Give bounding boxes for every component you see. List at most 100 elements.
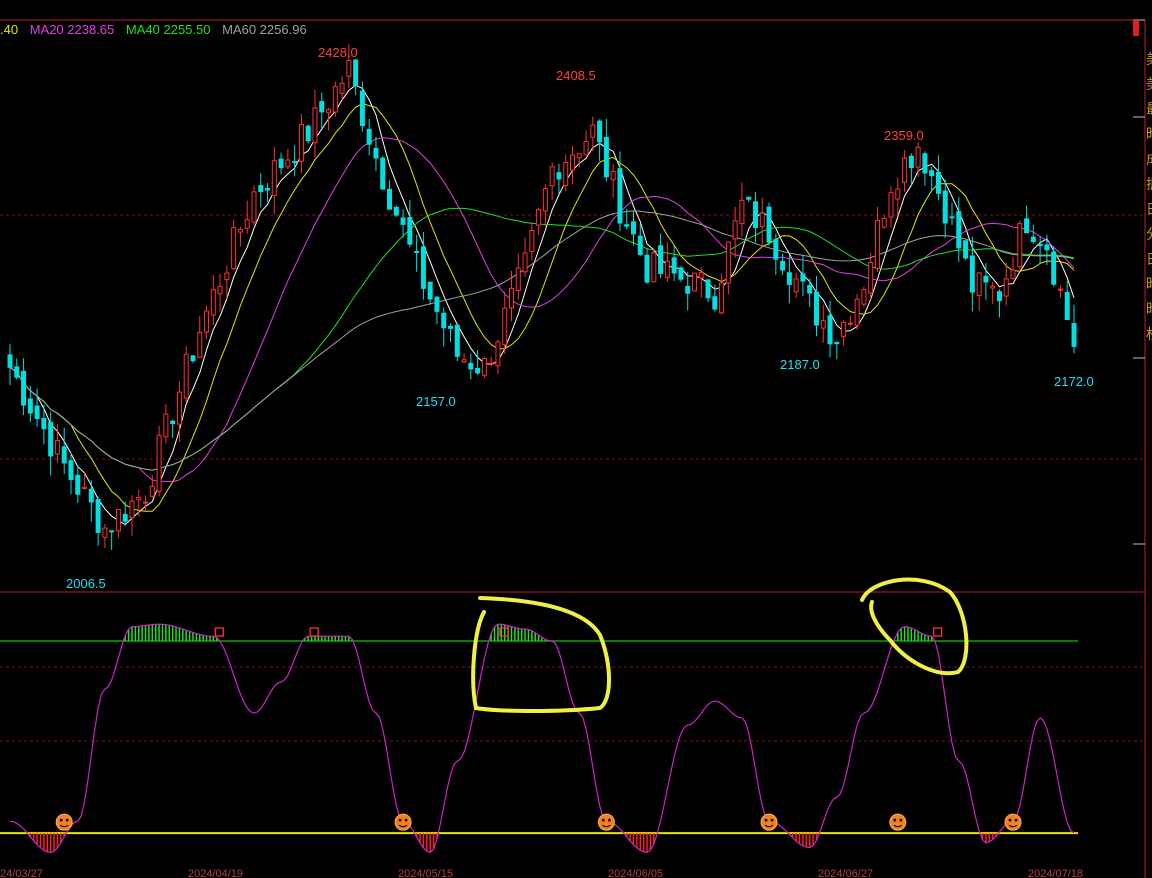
candle-down xyxy=(48,422,54,457)
candle-down xyxy=(258,185,264,193)
candle-down xyxy=(963,240,969,259)
candle-down xyxy=(292,161,298,164)
annotation-loop-left xyxy=(471,596,611,713)
candle-down xyxy=(75,474,81,495)
candle-up xyxy=(841,321,847,337)
face-eye xyxy=(398,818,402,822)
candle-up xyxy=(224,272,230,281)
low-label: 2157.0 xyxy=(416,394,456,409)
candle-up xyxy=(536,209,542,226)
candle-up xyxy=(868,262,874,294)
side-panel-char: 权 xyxy=(1146,326,1152,342)
candle-down xyxy=(746,196,752,200)
square-marker xyxy=(214,627,224,637)
candle-down xyxy=(122,513,128,522)
candle-up xyxy=(312,107,318,143)
candle-down xyxy=(319,101,325,113)
candle-down xyxy=(1024,218,1030,234)
candle-up xyxy=(590,124,596,138)
ma40-line xyxy=(9,207,1075,471)
candle-up xyxy=(691,272,697,292)
candle-down xyxy=(780,260,786,271)
candle-up xyxy=(339,82,345,94)
candle-up xyxy=(488,362,494,365)
candle-down xyxy=(929,170,935,177)
candle-down xyxy=(807,284,813,294)
ma-legend-first: .40 xyxy=(0,22,19,37)
candle-up xyxy=(793,278,799,293)
candle-up xyxy=(251,191,257,223)
square-marker xyxy=(309,627,319,637)
face-eye xyxy=(893,818,897,822)
candle-up xyxy=(176,391,182,425)
candle-down xyxy=(766,206,772,243)
candle-down xyxy=(400,217,406,225)
candle-down xyxy=(41,418,47,430)
ma40-legend: MA40 2255.50 xyxy=(125,22,211,37)
candle-up xyxy=(502,307,508,346)
side-panel-char: 最 xyxy=(1146,101,1152,117)
x-tick-label: 2024/06/27 xyxy=(818,868,873,878)
candle-up xyxy=(102,527,108,538)
candle-up xyxy=(143,501,149,504)
candle-up xyxy=(698,272,704,279)
candle-down xyxy=(387,188,393,210)
candle-down xyxy=(34,405,40,419)
candle-up xyxy=(1003,278,1009,297)
candle-down xyxy=(617,168,623,224)
candle-down xyxy=(414,251,420,254)
candle-up xyxy=(244,219,250,229)
candle-down xyxy=(14,366,20,378)
candle-down xyxy=(1071,323,1077,347)
candle-up xyxy=(136,497,142,501)
face-eye xyxy=(607,818,611,822)
candle-down xyxy=(752,201,758,229)
x-axis: 24/03/27 2024/04/19 2024/05/15 2024/06/0… xyxy=(0,868,1083,878)
side-panel-char: 日 xyxy=(1146,201,1152,217)
face-icon xyxy=(597,813,615,831)
candle-up xyxy=(759,212,765,227)
face-eye xyxy=(764,818,768,822)
candle-down xyxy=(95,499,101,533)
candle-up xyxy=(82,486,88,490)
candle-up xyxy=(888,192,894,218)
candle-down xyxy=(454,324,460,357)
candle-up xyxy=(197,332,203,358)
candle-down xyxy=(1051,251,1057,285)
annotation-loop-right xyxy=(860,577,969,676)
candle-down xyxy=(658,245,664,274)
candle-up xyxy=(739,199,745,225)
price-labels: 2428.0 2408.5 2359.0 2006.5 2157.0 2187.… xyxy=(66,45,1094,591)
candle-down xyxy=(1044,244,1050,251)
side-panel-char: 分 xyxy=(1146,226,1152,242)
high-label: 2408.5 xyxy=(556,68,596,83)
candle-up xyxy=(332,86,338,113)
candle-up xyxy=(976,272,982,297)
candle-up xyxy=(529,230,535,252)
candle-up xyxy=(237,228,243,233)
candle-down xyxy=(983,275,989,283)
oscillator-line xyxy=(9,623,1075,854)
candle-down xyxy=(305,125,311,142)
candle-down xyxy=(942,190,948,224)
candle-down xyxy=(1030,236,1036,242)
candle-down xyxy=(678,267,684,280)
x-tick-label: 2024/07/18 xyxy=(1028,868,1083,878)
x-tick-label: 2024/04/19 xyxy=(188,868,243,878)
face-eye xyxy=(65,818,69,822)
candle-down xyxy=(637,235,643,255)
candle-down xyxy=(1037,243,1043,247)
high-label: 2359.0 xyxy=(884,128,924,143)
candle-down xyxy=(956,211,962,249)
candle-down xyxy=(786,272,792,285)
face-eye xyxy=(899,818,903,822)
candle-down xyxy=(475,368,481,374)
side-panel-char: 昨 xyxy=(1146,276,1152,292)
face-eye xyxy=(601,818,605,822)
candle-down xyxy=(630,221,636,235)
candle-up xyxy=(990,285,996,289)
candle-down xyxy=(827,315,833,345)
candle-up xyxy=(461,359,467,363)
candle-up xyxy=(515,267,521,292)
face-eye xyxy=(1014,818,1018,822)
